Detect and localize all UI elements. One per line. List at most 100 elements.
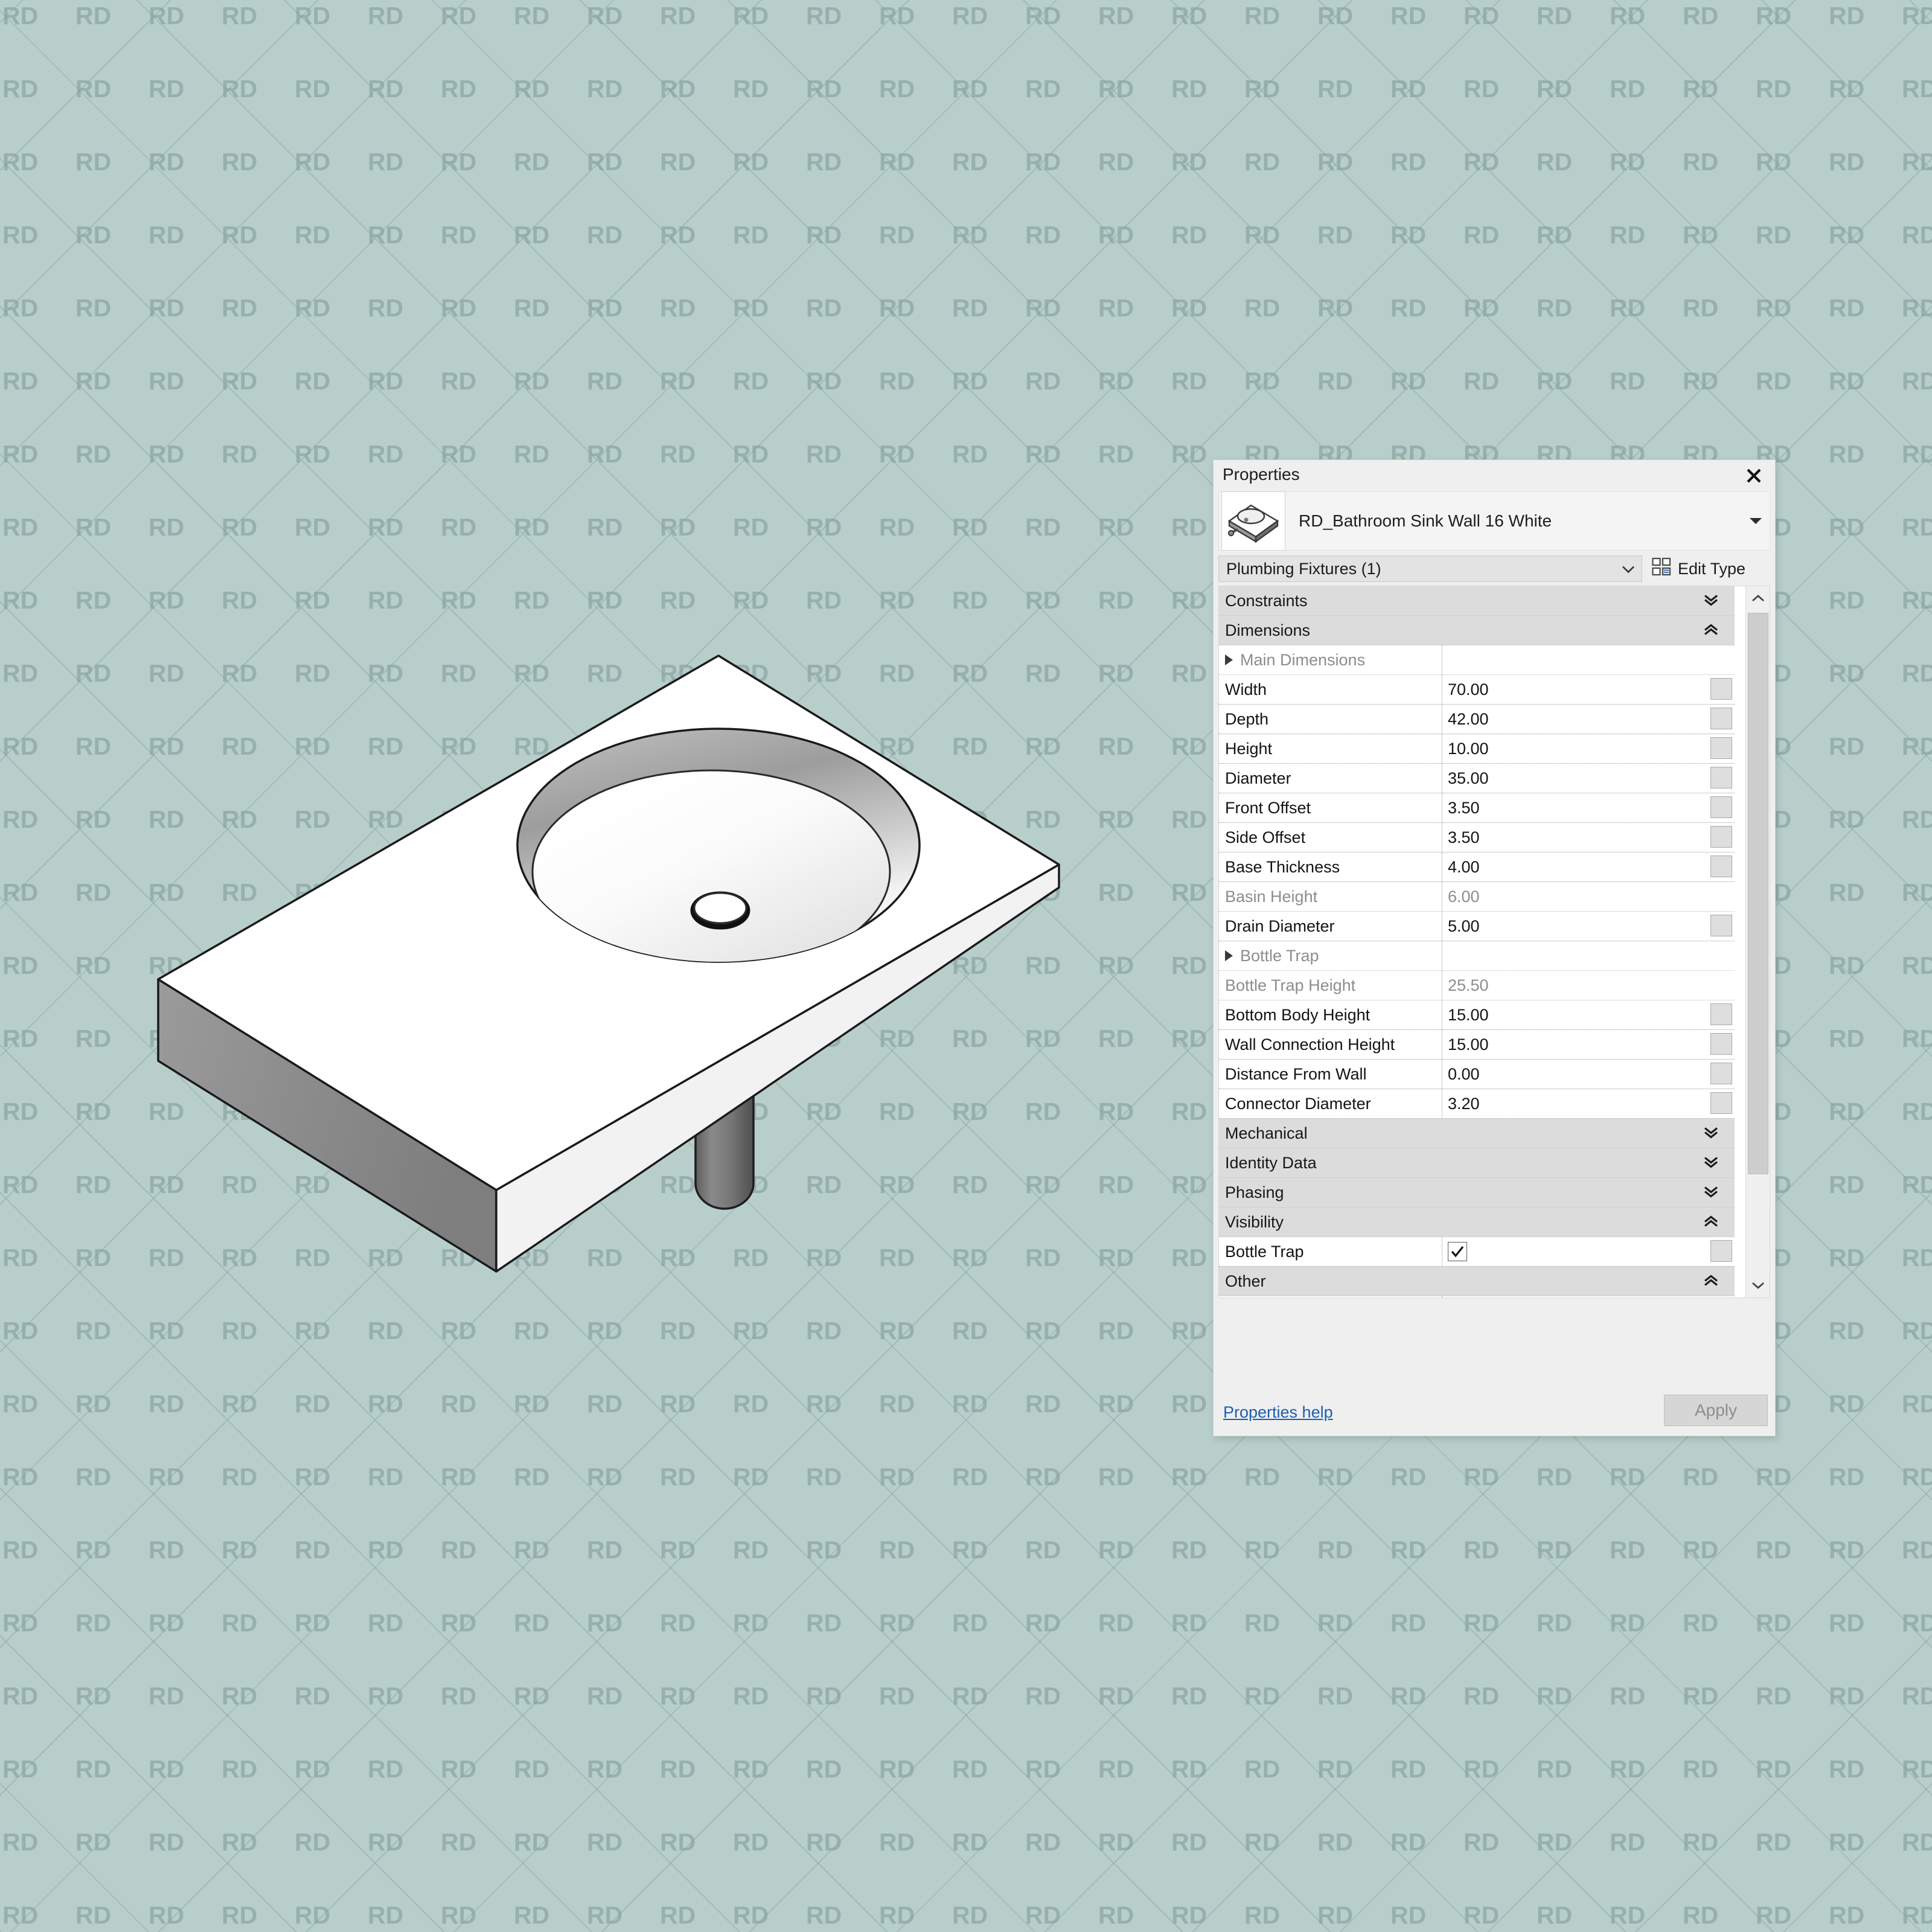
property-row[interactable]: Diameter 35.00: [1219, 764, 1735, 793]
property-value[interactable]: 3.50: [1442, 823, 1735, 852]
properties-table[interactable]: Constraints Dimensions Main Dimensions Widt…: [1218, 586, 1770, 1298]
property-value-button[interactable]: [1710, 796, 1732, 818]
double-chevron-down-icon[interactable]: [1703, 592, 1719, 610]
property-value[interactable]: 42.00: [1442, 705, 1735, 734]
property-subheader-row[interactable]: Bottle Trap: [1219, 941, 1735, 971]
property-value-button[interactable]: [1710, 1003, 1732, 1025]
property-group-name: Visibility: [1225, 1212, 1284, 1231]
palette-footer: Properties help Apply: [1214, 1391, 1775, 1436]
property-value-button[interactable]: [1710, 1240, 1732, 1262]
property-value[interactable]: 21.00: [1442, 1296, 1735, 1297]
property-row[interactable]: Side Offset 3.50: [1219, 823, 1735, 852]
double-chevron-down-icon[interactable]: [1703, 1154, 1719, 1172]
property-value[interactable]: 5.00: [1442, 912, 1735, 941]
type-dropdown-glyph: [1750, 518, 1762, 524]
scroll-down-arrow-icon[interactable]: [1746, 1273, 1770, 1297]
apply-button[interactable]: Apply: [1664, 1395, 1768, 1426]
category-select[interactable]: Plumbing Fixtures (1): [1218, 555, 1642, 582]
type-thumbnail: [1221, 491, 1285, 551]
double-chevron-down-icon[interactable]: [1703, 1183, 1719, 1202]
property-value[interactable]: 4.00: [1442, 852, 1735, 881]
property-subheader-row[interactable]: Main Dimensions: [1219, 645, 1735, 675]
property-name: Height: [1219, 734, 1442, 763]
double-chevron-down-icon[interactable]: [1703, 1124, 1719, 1143]
property-group-header[interactable]: Identity Data: [1219, 1148, 1735, 1178]
property-name: Distance From Wall: [1219, 1060, 1442, 1089]
property-value-button[interactable]: [1710, 915, 1732, 936]
property-value[interactable]: 15.00: [1442, 1000, 1735, 1029]
property-row[interactable]: Connector Diameter 3.20: [1219, 1089, 1735, 1119]
scroll-down-glyph: [1752, 1282, 1764, 1289]
expand-triangle-icon[interactable]: [1225, 950, 1233, 961]
property-subheader-label: Main Dimensions: [1219, 645, 1442, 674]
property-row[interactable]: Width 70.00: [1219, 675, 1735, 705]
property-value[interactable]: [1442, 1237, 1735, 1266]
edit-type-button[interactable]: Edit Type: [1652, 555, 1745, 582]
property-row[interactable]: Bottle Trap Length21.00: [1219, 1296, 1735, 1297]
property-subheader-label: Bottle Trap: [1219, 941, 1442, 970]
property-row[interactable]: Bottle Trap: [1219, 1237, 1735, 1267]
property-group-header[interactable]: Mechanical: [1219, 1119, 1735, 1148]
close-icon[interactable]: [1741, 464, 1767, 488]
property-group-name: Phasing: [1225, 1183, 1284, 1201]
property-name: Bottle Trap: [1219, 1237, 1442, 1266]
property-name: Basin Height: [1219, 882, 1442, 911]
property-name: Base Thickness: [1219, 852, 1442, 881]
property-row[interactable]: Height 10.00: [1219, 734, 1735, 764]
property-group-header[interactable]: Constraints: [1219, 586, 1735, 616]
property-value[interactable]: 10.00: [1442, 734, 1735, 763]
property-row[interactable]: Bottle Trap Height 25.50: [1219, 971, 1735, 1000]
double-chevron-up-icon[interactable]: [1703, 1272, 1719, 1291]
property-value-button[interactable]: [1710, 678, 1732, 700]
property-row[interactable]: Drain Diameter 5.00: [1219, 912, 1735, 941]
property-value-button[interactable]: [1710, 708, 1732, 729]
property-group-header[interactable]: Phasing: [1219, 1178, 1735, 1208]
property-row[interactable]: Wall Connection Height 15.00: [1219, 1030, 1735, 1060]
scroll-up-arrow-icon[interactable]: [1746, 586, 1770, 610]
property-group-name: Constraints: [1225, 591, 1308, 610]
expand-triangle-icon[interactable]: [1225, 654, 1233, 665]
property-value-button[interactable]: [1710, 856, 1732, 877]
property-value-button[interactable]: [1710, 737, 1732, 759]
property-name: Wall Connection Height: [1219, 1030, 1442, 1059]
scroll-up-glyph: [1752, 595, 1764, 602]
palette-titlebar: Properties: [1214, 460, 1775, 491]
property-value[interactable]: 25.50: [1442, 971, 1735, 1000]
property-value[interactable]: 35.00: [1442, 764, 1735, 793]
property-value-button[interactable]: [1710, 1063, 1732, 1084]
property-group-header[interactable]: Dimensions: [1219, 616, 1735, 645]
property-group-header[interactable]: Other: [1219, 1267, 1735, 1296]
properties-palette[interactable]: Properties RD_Bathroom Sink Wall 16 Whit…: [1214, 460, 1775, 1436]
property-name: Depth: [1219, 705, 1442, 734]
close-x-glyph: [1747, 469, 1761, 483]
type-selector-bar[interactable]: RD_Bathroom Sink Wall 16 White: [1218, 491, 1770, 551]
property-value[interactable]: 3.20: [1442, 1089, 1735, 1118]
property-row[interactable]: Basin Height 6.00: [1219, 882, 1735, 912]
property-row[interactable]: Front Offset 3.50: [1219, 793, 1735, 823]
property-row[interactable]: Distance From Wall 0.00: [1219, 1060, 1735, 1089]
property-group-name: Other: [1225, 1271, 1266, 1290]
property-name: Bottle Trap Length: [1219, 1296, 1442, 1297]
property-row[interactable]: Base Thickness 4.00: [1219, 852, 1735, 882]
property-value-button[interactable]: [1710, 1033, 1732, 1055]
property-row[interactable]: Bottom Body Height 15.00: [1219, 1000, 1735, 1030]
scrollbar-thumb[interactable]: [1748, 613, 1768, 1174]
property-value[interactable]: 0.00: [1442, 1060, 1735, 1089]
property-value[interactable]: 70.00: [1442, 675, 1735, 704]
property-value[interactable]: 6.00: [1442, 882, 1735, 911]
checkbox-bottle-trap[interactable]: [1448, 1242, 1467, 1261]
chevron-down-icon[interactable]: [1748, 513, 1764, 529]
double-chevron-up-icon[interactable]: [1703, 621, 1719, 640]
property-value[interactable]: 3.50: [1442, 793, 1735, 822]
double-chevron-up-icon[interactable]: [1703, 1213, 1719, 1232]
property-value[interactable]: 15.00: [1442, 1030, 1735, 1059]
properties-help-link[interactable]: Properties help: [1223, 1403, 1333, 1422]
property-value-button[interactable]: [1710, 826, 1732, 848]
model-viewport[interactable]: [0, 0, 1208, 1449]
edit-type-icon: [1652, 557, 1672, 581]
property-row[interactable]: Depth 42.00: [1219, 705, 1735, 734]
property-value-button[interactable]: [1710, 1092, 1732, 1114]
property-group-header[interactable]: Visibility: [1219, 1208, 1735, 1237]
properties-scrollbar[interactable]: [1745, 586, 1770, 1297]
property-value-button[interactable]: [1710, 767, 1732, 788]
